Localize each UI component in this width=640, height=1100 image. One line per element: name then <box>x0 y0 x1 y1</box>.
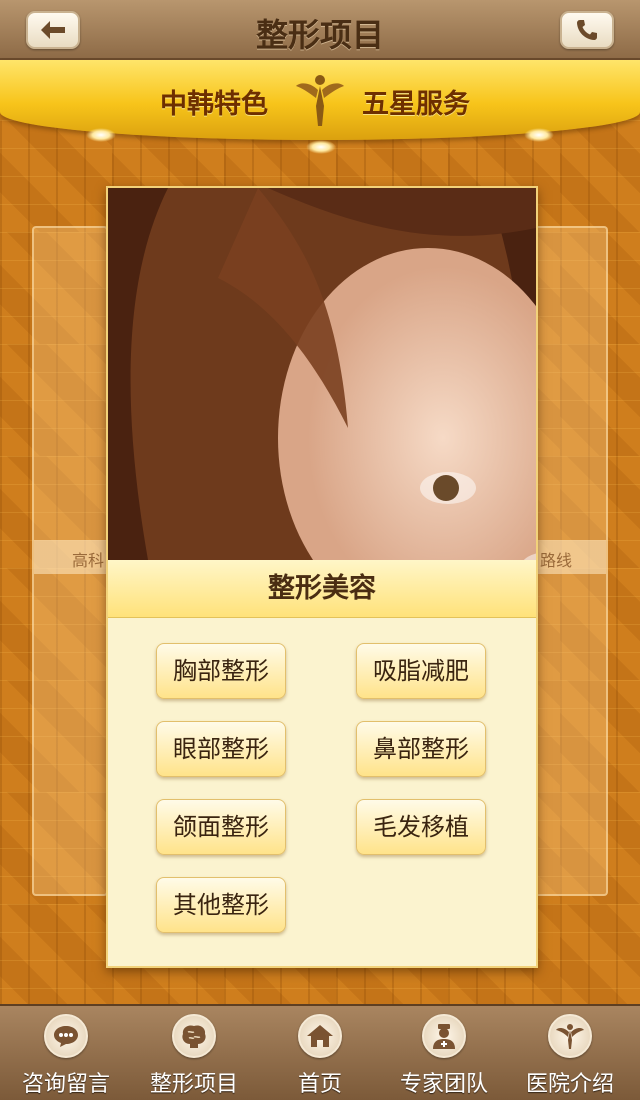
tab-consult[interactable]: 咨询留言 <box>2 1006 130 1100</box>
spotlight <box>306 140 336 154</box>
carousel-next-card[interactable]: 路线 <box>532 226 608 896</box>
item-nose[interactable]: 鼻部整形 <box>356 721 486 777</box>
tab-label: 整形项目 <box>149 1072 238 1097</box>
phone-icon <box>577 20 597 40</box>
ghost-card-label: 路线 <box>540 551 573 570</box>
header-bar: 整形项目 <box>0 0 640 60</box>
portrait-illustration <box>108 188 536 560</box>
category-card: 整形美容 胸部整形 吸脂减肥 眼部整形 鼻部整形 颌面整形 毛发移植 其他整形 <box>106 186 538 968</box>
spotlight <box>524 128 554 142</box>
item-maxillofacial[interactable]: 颌面整形 <box>156 799 286 855</box>
angel-logo-icon <box>296 75 344 126</box>
bottom-tab-bar: 咨询留言 整形项目 首页 专家团队 医院介绍 <box>0 1004 640 1100</box>
spotlight <box>86 128 116 142</box>
page-title: 整形项目 <box>255 16 384 54</box>
angel-logo-icon <box>548 1014 592 1058</box>
call-button[interactable] <box>560 11 614 49</box>
model-photo <box>108 188 536 560</box>
item-hair-transplant[interactable]: 毛发移植 <box>356 799 486 855</box>
brain-icon <box>172 1014 216 1058</box>
tab-experts[interactable]: 专家团队 <box>380 1006 508 1100</box>
home-icon <box>298 1014 342 1058</box>
tab-hospital-intro[interactable]: 医院介绍 <box>506 1006 634 1100</box>
tab-label: 医院介绍 <box>525 1072 614 1097</box>
carousel-prev-card[interactable]: 高科 <box>32 226 108 896</box>
tab-projects[interactable]: 整形项目 <box>130 1006 258 1100</box>
doctor-icon <box>422 1014 466 1058</box>
item-eye[interactable]: 眼部整形 <box>156 721 286 777</box>
ghost-card-label: 高科 <box>72 551 105 570</box>
tab-label: 咨询留言 <box>21 1072 110 1097</box>
item-other[interactable]: 其他整形 <box>156 877 286 933</box>
item-breast[interactable]: 胸部整形 <box>156 643 286 699</box>
tab-label: 专家团队 <box>399 1072 488 1097</box>
card-title: 整形美容 <box>108 560 536 618</box>
tab-home[interactable]: 首页 <box>256 1006 384 1100</box>
item-liposuction[interactable]: 吸脂减肥 <box>356 643 486 699</box>
slogan-left: 中韩特色 <box>160 89 268 120</box>
chat-bubble-icon <box>44 1014 88 1058</box>
tab-label: 首页 <box>297 1072 342 1097</box>
slogan-right: 五星服务 <box>362 89 470 120</box>
